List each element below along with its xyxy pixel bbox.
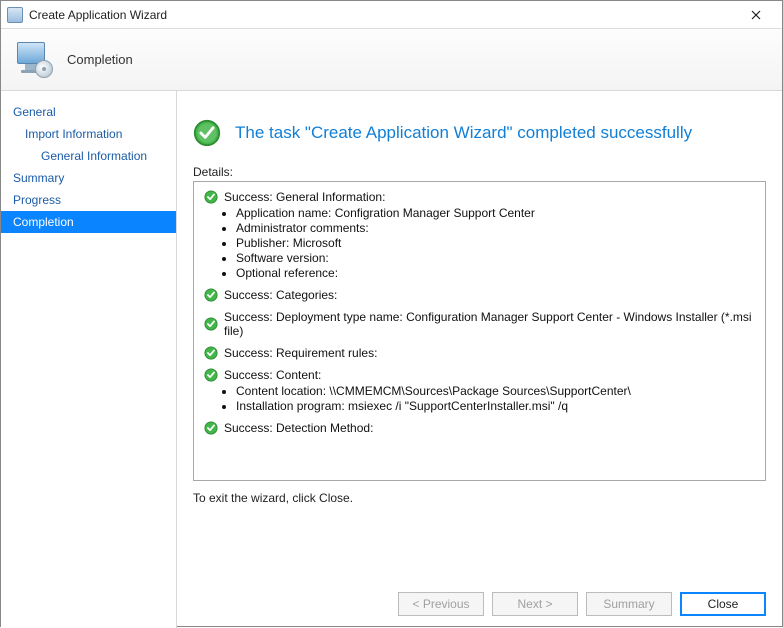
next-button: Next > bbox=[492, 592, 578, 616]
bullet-item: Application name: Configration Manager S… bbox=[236, 206, 755, 220]
success-line: Success: General Information: bbox=[204, 190, 755, 204]
success-check-icon bbox=[204, 317, 218, 331]
sidebar-item-label: Completion bbox=[13, 215, 74, 229]
app-icon bbox=[7, 7, 23, 23]
success-check-icon bbox=[204, 190, 218, 204]
details-label: Details: bbox=[193, 165, 766, 179]
sidebar-item-progress[interactable]: Progress bbox=[1, 189, 176, 211]
sidebar-item-label: General bbox=[13, 105, 56, 119]
bullet-item: Installation program: msiexec /i "Suppor… bbox=[236, 399, 755, 413]
details-box[interactable]: Success: General Information: Application… bbox=[193, 181, 766, 481]
success-line: Success: Deployment type name: Configura… bbox=[204, 310, 755, 338]
close-icon bbox=[751, 10, 761, 20]
success-title: Success: Categories: bbox=[224, 288, 337, 302]
close-button[interactable]: Close bbox=[680, 592, 766, 616]
sidebar-item-general[interactable]: General bbox=[1, 101, 176, 123]
banner-title: Completion bbox=[67, 52, 133, 67]
success-title: Success: Content: bbox=[224, 368, 321, 382]
success-check-icon bbox=[204, 346, 218, 360]
window-close-button[interactable] bbox=[736, 4, 776, 26]
sidebar-item-label: Summary bbox=[13, 171, 64, 185]
success-title: Success: Detection Method: bbox=[224, 421, 373, 435]
summary-button: Summary bbox=[586, 592, 672, 616]
sidebar-item-label: General Information bbox=[41, 149, 147, 163]
success-check-icon bbox=[204, 421, 218, 435]
titlebar: Create Application Wizard bbox=[1, 1, 782, 29]
sidebar-item-label: Import Information bbox=[25, 127, 122, 141]
success-line: Success: Detection Method: bbox=[204, 421, 755, 435]
success-line: Success: Content: bbox=[204, 368, 755, 382]
success-check-icon bbox=[204, 288, 218, 302]
success-line: Success: Requirement rules: bbox=[204, 346, 755, 360]
result-row: The task "Create Application Wizard" com… bbox=[193, 119, 766, 147]
bullet-item: Optional reference: bbox=[236, 266, 755, 280]
success-line: Success: Categories: bbox=[204, 288, 755, 302]
bullet-item: Software version: bbox=[236, 251, 755, 265]
success-check-icon bbox=[204, 368, 218, 382]
previous-button: < Previous bbox=[398, 592, 484, 616]
result-headline: The task "Create Application Wizard" com… bbox=[235, 123, 692, 143]
success-check-icon bbox=[193, 119, 221, 147]
sidebar-item-completion[interactable]: Completion bbox=[1, 211, 176, 233]
bullet-item: Content location: \\CMMEMCM\Sources\Pack… bbox=[236, 384, 755, 398]
wizard-icon bbox=[15, 40, 55, 80]
exit-note: To exit the wizard, click Close. bbox=[193, 491, 766, 505]
bullet-list: Content location: \\CMMEMCM\Sources\Pack… bbox=[236, 384, 755, 413]
sidebar-item-general-information[interactable]: General Information bbox=[1, 145, 176, 167]
success-title: Success: Deployment type name: Configura… bbox=[224, 310, 755, 338]
success-title: Success: Requirement rules: bbox=[224, 346, 377, 360]
sidebar-item-label: Progress bbox=[13, 193, 61, 207]
wizard-steps-sidebar: General Import Information General Informa… bbox=[1, 91, 177, 628]
success-title: Success: General Information: bbox=[224, 190, 385, 204]
content-pane: The task "Create Application Wizard" com… bbox=[177, 91, 782, 628]
window-title: Create Application Wizard bbox=[29, 8, 736, 22]
sidebar-item-import-information[interactable]: Import Information bbox=[1, 123, 176, 145]
banner: Completion bbox=[1, 29, 782, 91]
button-row: < Previous Next > Summary Close bbox=[398, 592, 766, 616]
sidebar-item-summary[interactable]: Summary bbox=[1, 167, 176, 189]
bullet-list: Application name: Configration Manager S… bbox=[236, 206, 755, 280]
bullet-item: Administrator comments: bbox=[236, 221, 755, 235]
bullet-item: Publisher: Microsoft bbox=[236, 236, 755, 250]
